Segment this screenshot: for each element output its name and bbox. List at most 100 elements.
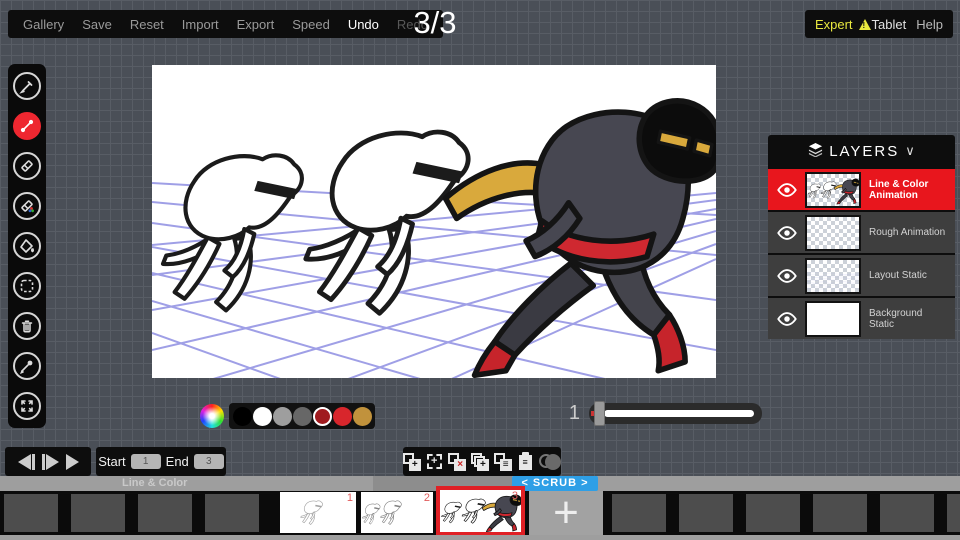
layer-row-layout[interactable]: Layout Static bbox=[768, 253, 955, 296]
layer-row-line-color[interactable]: Line & Color Animation bbox=[768, 167, 955, 210]
film-sprocket bbox=[205, 494, 259, 532]
menu-export[interactable]: Export bbox=[228, 17, 284, 32]
layer-label: Background Static bbox=[869, 308, 949, 330]
delete-frame-button[interactable]: × bbox=[448, 453, 466, 471]
layer-label: Rough Animation bbox=[869, 227, 945, 238]
play-icon bbox=[66, 454, 79, 470]
eraser-tool[interactable] bbox=[13, 152, 41, 180]
start-frame-input[interactable]: 1 bbox=[131, 454, 161, 469]
expand-arrows-icon bbox=[19, 398, 35, 414]
visibility-eye-icon[interactable] bbox=[776, 225, 798, 241]
marquee-select-icon bbox=[19, 278, 35, 294]
select-tool[interactable] bbox=[13, 272, 41, 300]
status-menubar: Expert ! Tablet Help bbox=[805, 10, 953, 38]
chevron-down-icon: ∨ bbox=[905, 143, 915, 159]
app-window: Gallery Save Reset Import Export Speed U… bbox=[0, 0, 960, 540]
canvas-artwork bbox=[152, 65, 716, 378]
tablet-button[interactable]: ! Tablet bbox=[859, 17, 907, 32]
layer-row-rough[interactable]: Rough Animation bbox=[768, 210, 955, 253]
film-sprocket bbox=[138, 494, 192, 532]
onion-skin-toggle[interactable] bbox=[539, 453, 561, 471]
menu-import[interactable]: Import bbox=[173, 17, 228, 32]
layer-thumbnail bbox=[805, 172, 861, 208]
drawing-canvas[interactable] bbox=[152, 65, 716, 378]
frame-thumbnail-2[interactable]: 2 bbox=[361, 492, 433, 533]
color-eraser-tool[interactable] bbox=[13, 192, 41, 220]
slider-track[interactable] bbox=[604, 410, 754, 417]
eyedropper-tool[interactable] bbox=[13, 352, 41, 380]
slider-handle[interactable] bbox=[594, 401, 605, 426]
visibility-eye-icon[interactable] bbox=[776, 182, 798, 198]
frame-thumbnail-3-selected[interactable]: 3 bbox=[436, 486, 525, 536]
layers-panel: LAYERS ∨ Line & Color Animation Rough An… bbox=[768, 135, 955, 339]
film-sprocket bbox=[71, 494, 125, 532]
swatch-gold[interactable] bbox=[353, 407, 372, 426]
visibility-eye-icon[interactable] bbox=[776, 311, 798, 327]
brush-size-value: 1 bbox=[552, 402, 580, 425]
add-frame-button[interactable]: + bbox=[403, 453, 421, 471]
end-label: End bbox=[166, 454, 189, 469]
layer-thumbnail bbox=[805, 215, 861, 251]
menu-undo[interactable]: Undo bbox=[339, 17, 388, 32]
duplicate-frame-button[interactable]: + bbox=[471, 453, 489, 471]
delete-tool[interactable] bbox=[13, 312, 41, 340]
playback-bar bbox=[5, 447, 91, 476]
add-frame-tile[interactable]: + bbox=[529, 491, 603, 535]
filmstrip: 1 2 3 + bbox=[0, 491, 960, 535]
track-label: Line & Color bbox=[122, 476, 187, 491]
paint-bucket-icon bbox=[19, 238, 35, 254]
film-sprocket bbox=[947, 494, 960, 532]
frame-number: 3 bbox=[512, 490, 518, 502]
swatch-white[interactable] bbox=[253, 407, 272, 426]
menu-speed[interactable]: Speed bbox=[283, 17, 339, 32]
visibility-eye-icon[interactable] bbox=[776, 268, 798, 284]
film-sprocket bbox=[746, 494, 800, 532]
copy-frame-button[interactable]: ≡ bbox=[494, 453, 512, 471]
layer-label: Line & Color Animation bbox=[869, 179, 949, 201]
menu-reset[interactable]: Reset bbox=[121, 17, 173, 32]
color-eraser-icon bbox=[19, 198, 35, 214]
film-sprocket bbox=[679, 494, 733, 532]
film-sprocket bbox=[612, 494, 666, 532]
frame-thumbnail-1[interactable]: 1 bbox=[280, 492, 356, 533]
step-back-icon bbox=[18, 454, 31, 470]
swatch-gray[interactable] bbox=[273, 407, 292, 426]
frame-number: 1 bbox=[347, 492, 353, 504]
layers-panel-header[interactable]: LAYERS ∨ bbox=[768, 135, 955, 167]
bottom-edge-bar bbox=[0, 535, 960, 540]
swatch-red[interactable] bbox=[333, 407, 352, 426]
insert-frame-icon: + bbox=[427, 454, 442, 469]
layer-thumbnail bbox=[805, 258, 861, 294]
step-back-button[interactable] bbox=[18, 454, 35, 470]
tablet-label: Tablet bbox=[872, 17, 907, 32]
swatch-dark-red[interactable] bbox=[313, 407, 332, 426]
pencil-icon bbox=[19, 78, 35, 94]
menu-save[interactable]: Save bbox=[73, 17, 121, 32]
step-back-bar bbox=[32, 454, 35, 470]
step-forward-bar bbox=[42, 454, 45, 470]
end-frame-input[interactable]: 3 bbox=[194, 454, 224, 469]
expert-mode-button[interactable]: Expert bbox=[815, 17, 853, 32]
help-button[interactable]: Help bbox=[916, 17, 943, 32]
line-icon bbox=[19, 118, 35, 134]
frame-counter: 3/3 bbox=[385, 5, 485, 41]
step-forward-button[interactable] bbox=[42, 454, 59, 470]
color-wheel-icon[interactable] bbox=[200, 404, 224, 428]
menu-gallery[interactable]: Gallery bbox=[14, 17, 73, 32]
pencil-tool[interactable] bbox=[13, 72, 41, 100]
layer-row-background[interactable]: Background Static bbox=[768, 296, 955, 339]
layer-thumbnail bbox=[805, 301, 861, 337]
paste-frame-button[interactable]: ≡ bbox=[517, 453, 535, 471]
insert-frame-button[interactable]: + bbox=[426, 453, 444, 471]
fullscreen-tool[interactable] bbox=[13, 392, 41, 420]
swatch-dark-gray[interactable] bbox=[293, 407, 312, 426]
layers-stack-icon bbox=[808, 142, 823, 161]
line-tool[interactable] bbox=[13, 112, 41, 140]
play-button[interactable] bbox=[66, 454, 79, 470]
layers-header-label: LAYERS bbox=[829, 143, 899, 160]
eyedropper-icon bbox=[19, 358, 35, 374]
brush-size-slider[interactable] bbox=[589, 403, 762, 424]
fill-tool[interactable] bbox=[13, 232, 41, 260]
range-bar: Start 1 End 3 bbox=[96, 447, 226, 476]
swatch-black[interactable] bbox=[233, 407, 252, 426]
